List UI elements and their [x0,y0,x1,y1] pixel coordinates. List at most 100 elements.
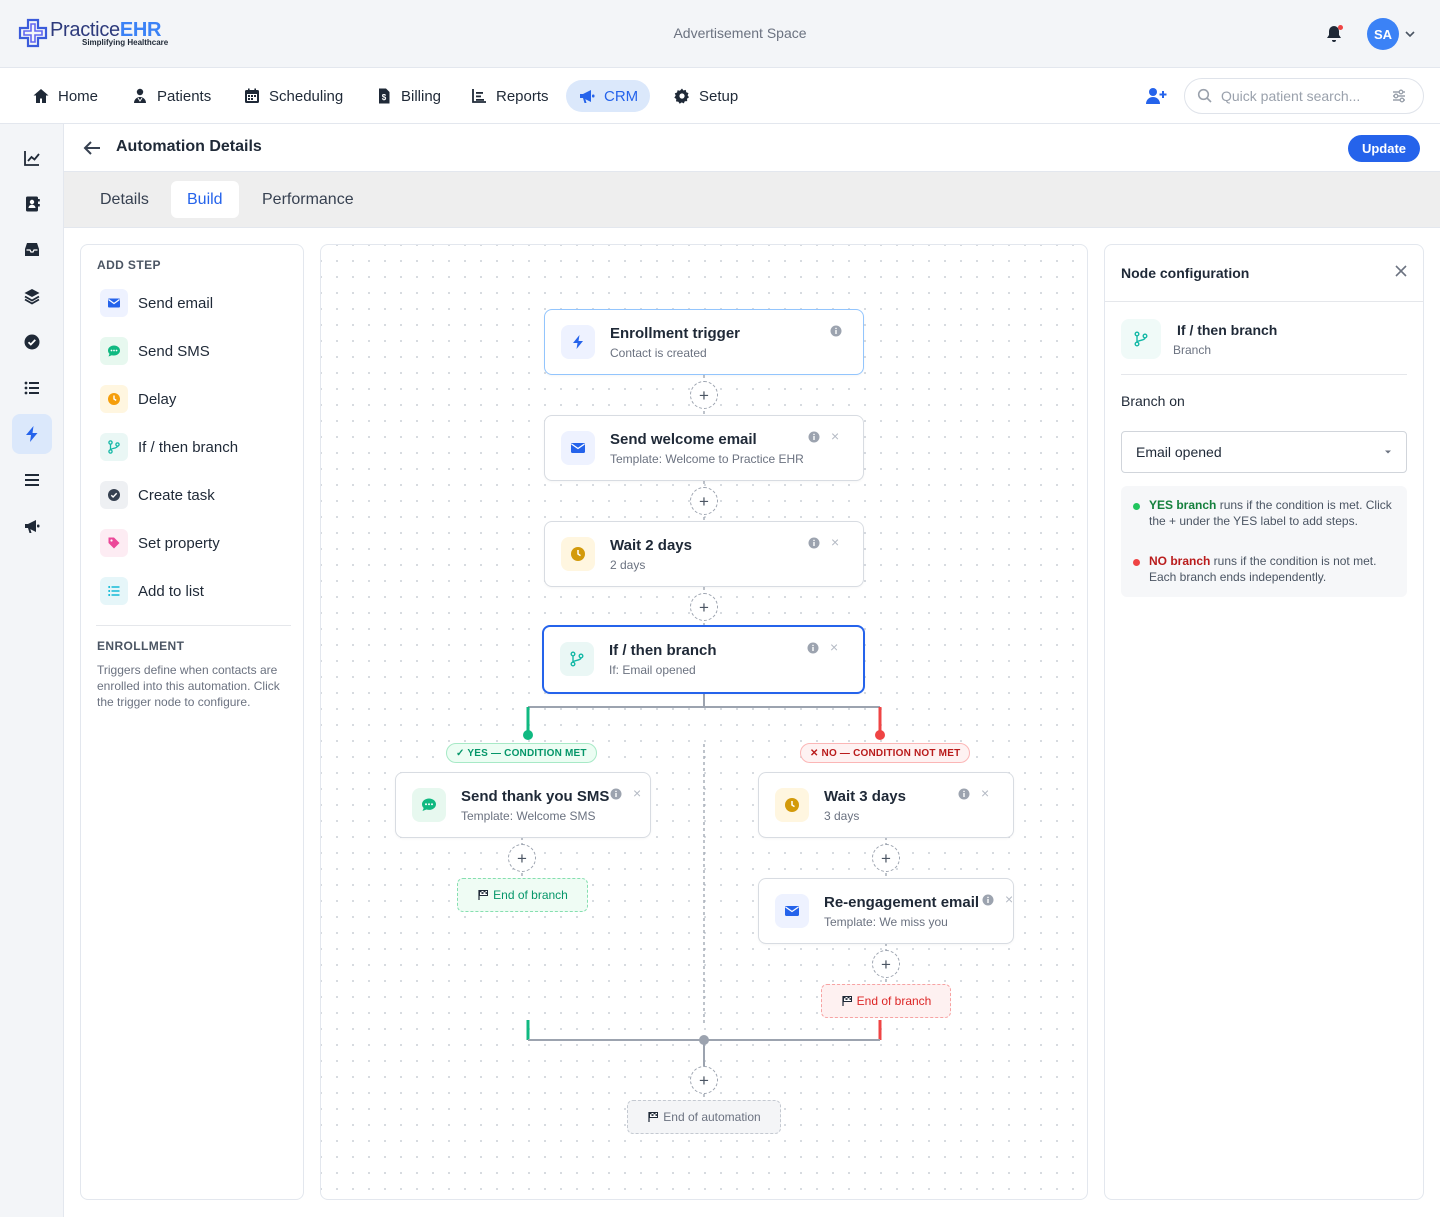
add-step-plus-button[interactable]: + [690,1066,718,1094]
node-send-thank-you-sms[interactable]: Send thank you SMS Template: Welcome SMS… [395,772,651,838]
node-title: Send welcome email [610,431,757,448]
reports-icon [472,89,486,103]
contact-book-icon [26,196,40,212]
nav-scheduling[interactable]: Scheduling [231,80,355,112]
step-label: Delay [138,390,177,408]
node-enrollment-trigger[interactable]: Enrollment trigger Contact is created [544,309,864,375]
node-title: Send thank you SMS [461,788,610,805]
branch-help-box: YES branch runs if the condition is met.… [1121,486,1407,597]
logo-tagline: Simplifying Healthcare [82,37,169,47]
info-icon[interactable] [808,537,820,549]
filter-sliders-icon[interactable] [1391,88,1407,104]
branch-icon [1121,319,1161,359]
email-icon [561,431,595,465]
nav-label: Scheduling [269,87,344,105]
practice-ehr-logo[interactable]: PracticeEHR Simplifying Healthcare [18,18,168,48]
no-branch-label[interactable]: ✕ NO — CONDITION NOT MET [800,743,971,763]
node-wait-3-days[interactable]: Wait 3 days 3 days × [758,772,1014,838]
yes-end-of-branch: End of branch [457,878,588,912]
step-send-sms[interactable]: Send SMS [100,336,210,366]
nav-reports[interactable]: Reports [458,80,561,112]
tab-performance[interactable]: Performance [246,181,370,218]
step-delay[interactable]: Delay [100,384,176,414]
user-avatar[interactable]: SA [1367,18,1399,50]
calendar-icon [245,88,259,103]
step-set-property[interactable]: Set property [100,528,220,558]
step-label: Send email [138,294,214,312]
no-end-of-branch: End of branch [821,984,951,1018]
clock-icon [100,385,128,413]
sidebar-contacts[interactable] [12,184,52,224]
nav-billing[interactable]: $ Billing [363,80,453,112]
chevron-down-icon[interactable] [1404,28,1416,40]
step-send-email[interactable]: Send email [100,288,213,318]
sidebar-analytics[interactable] [12,138,52,178]
logo-wordmark: PracticeEHR [50,18,162,41]
enrollment-description: Triggers define when contacts are enroll… [97,663,280,709]
add-step-plus-button[interactable]: + [872,844,900,872]
info-icon[interactable] [830,325,842,337]
info-icon[interactable] [958,788,970,800]
sms-icon [412,788,446,822]
branch-on-select[interactable]: Email opened [1121,431,1407,473]
step-label: Send SMS [138,342,210,360]
sidebar-menu[interactable] [12,460,52,500]
yes-branch-label[interactable]: ✓ YES — CONDITION MET [446,743,597,763]
quick-patient-search[interactable] [1184,78,1424,114]
nav-home[interactable]: Home [20,80,110,112]
add-step-plus-button[interactable]: + [690,593,718,621]
megaphone-icon [580,90,595,103]
end-of-branch-label: End of branch [856,994,932,1008]
step-if-then-branch[interactable]: If / then branch [100,432,238,462]
remove-node-button[interactable]: × [831,535,839,549]
search-icon [1197,88,1212,103]
add-step-plus-button[interactable]: + [872,950,900,978]
branch-icon [560,642,594,676]
sidebar-layers[interactable] [12,276,52,316]
node-subtitle: Template: Welcome to Practice EHR [610,452,804,466]
step-add-to-list[interactable]: Add to list [100,576,204,606]
close-icon[interactable] [1394,264,1408,278]
menu-icon [25,474,39,486]
sidebar-inbox[interactable] [12,230,52,270]
add-patient-icon[interactable] [1145,86,1167,106]
step-create-task[interactable]: Create task [100,480,215,510]
node-wait-2-days[interactable]: Wait 2 days 2 days × [544,521,864,587]
info-icon[interactable] [610,788,622,800]
cross-logo-icon [18,18,48,48]
add-step-plus-button[interactable]: + [690,487,718,515]
sidebar-lists[interactable] [12,368,52,408]
nav-setup[interactable]: Setup [661,80,750,112]
remove-node-button[interactable]: × [633,786,641,800]
branch-on-label: Branch on [1121,393,1185,409]
node-configuration-panel [1104,244,1424,1200]
nav-patients[interactable]: Patients [119,80,223,112]
tab-details[interactable]: Details [84,181,165,218]
remove-node-button[interactable]: × [830,640,838,654]
sidebar-campaigns[interactable] [12,506,52,546]
remove-node-button[interactable]: × [831,429,839,443]
update-button[interactable]: Update [1348,135,1420,162]
bolt-icon [561,325,595,359]
sidebar-automations[interactable] [12,414,52,454]
info-icon[interactable] [808,431,820,443]
info-icon[interactable] [807,642,819,654]
add-step-plus-button[interactable]: + [690,381,718,409]
select-value: Email opened [1136,444,1222,460]
node-title: If / then branch [609,642,717,659]
back-arrow-icon[interactable] [82,139,102,157]
tab-build[interactable]: Build [171,181,239,218]
search-input[interactable] [1221,88,1391,104]
node-re-engagement-email[interactable]: Re-engagement email Template: We miss yo… [758,878,1014,944]
remove-node-button[interactable]: × [1005,892,1013,906]
node-if-then-branch[interactable]: If / then branch If: Email opened × [542,625,865,694]
add-step-plus-button[interactable]: + [508,844,536,872]
page-title-bar [64,124,1440,172]
sidebar-tasks[interactable] [12,322,52,362]
nav-crm[interactable]: CRM [566,80,651,112]
step-label: Add to list [138,582,204,600]
bolt-icon [26,426,38,442]
info-icon[interactable] [982,894,994,906]
node-send-welcome-email[interactable]: Send welcome email Template: Welcome to … [544,415,864,481]
remove-node-button[interactable]: × [981,786,989,800]
